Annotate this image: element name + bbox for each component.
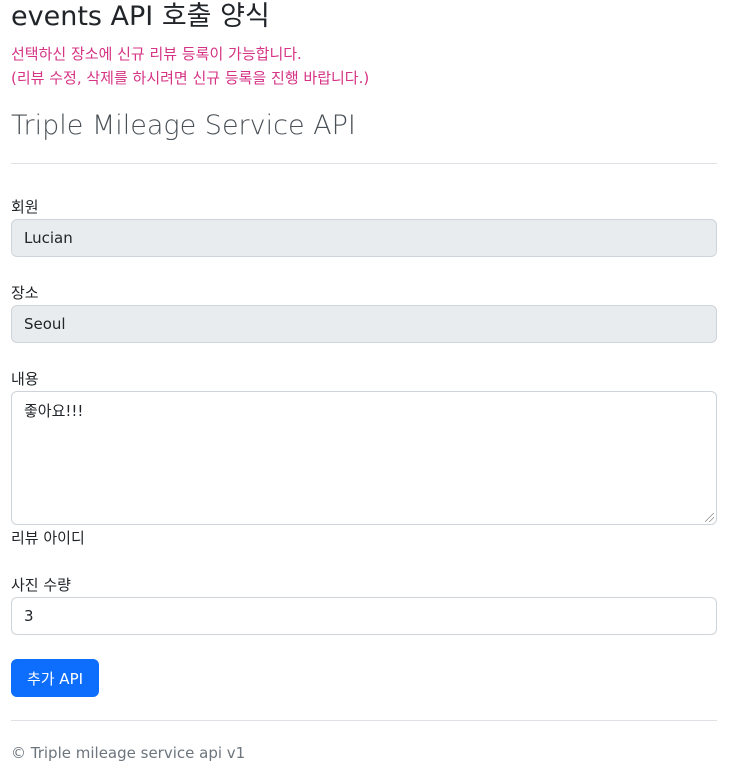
user-label: 회원 bbox=[11, 198, 39, 216]
notice-line-2: (리뷰 수정, 삭제를 하시려면 신규 등록을 진행 바랍니다.) bbox=[11, 69, 370, 87]
page: events API 호출 양식 선택하신 장소에 신규 리뷰 등록이 가능합니… bbox=[0, 0, 731, 779]
user-value: Lucian bbox=[24, 229, 73, 247]
photo-count-label: 사진 수량 bbox=[11, 576, 71, 594]
footer-text: © Triple mileage service api v1 bbox=[11, 744, 246, 762]
resize-handle-icon[interactable] bbox=[705, 513, 714, 522]
review-id-label: 리뷰 아이디 bbox=[11, 529, 85, 547]
divider-top bbox=[11, 163, 717, 164]
content-label: 내용 bbox=[11, 370, 39, 388]
user-field[interactable]: Lucian bbox=[11, 219, 717, 257]
page-title: events API 호출 양식 bbox=[11, 1, 270, 32]
section-title: Triple Mileage Service API bbox=[11, 110, 356, 141]
photo-count-input[interactable]: 3 bbox=[11, 597, 717, 635]
place-label: 장소 bbox=[11, 284, 39, 302]
place-field[interactable]: Seoul bbox=[11, 305, 717, 343]
add-api-button[interactable]: 추가 API bbox=[11, 659, 99, 697]
divider-bottom bbox=[11, 720, 717, 721]
place-value: Seoul bbox=[24, 315, 66, 333]
content-textarea[interactable]: 좋아요!!! bbox=[11, 391, 717, 525]
photo-count-value: 3 bbox=[24, 607, 34, 625]
notice-message: 선택하신 장소에 신규 리뷰 등록이 가능합니다. (리뷰 수정, 삭제를 하시… bbox=[11, 42, 369, 90]
content-value: 좋아요!!! bbox=[24, 402, 84, 420]
notice-line-1: 선택하신 장소에 신규 리뷰 등록이 가능합니다. bbox=[11, 45, 302, 63]
